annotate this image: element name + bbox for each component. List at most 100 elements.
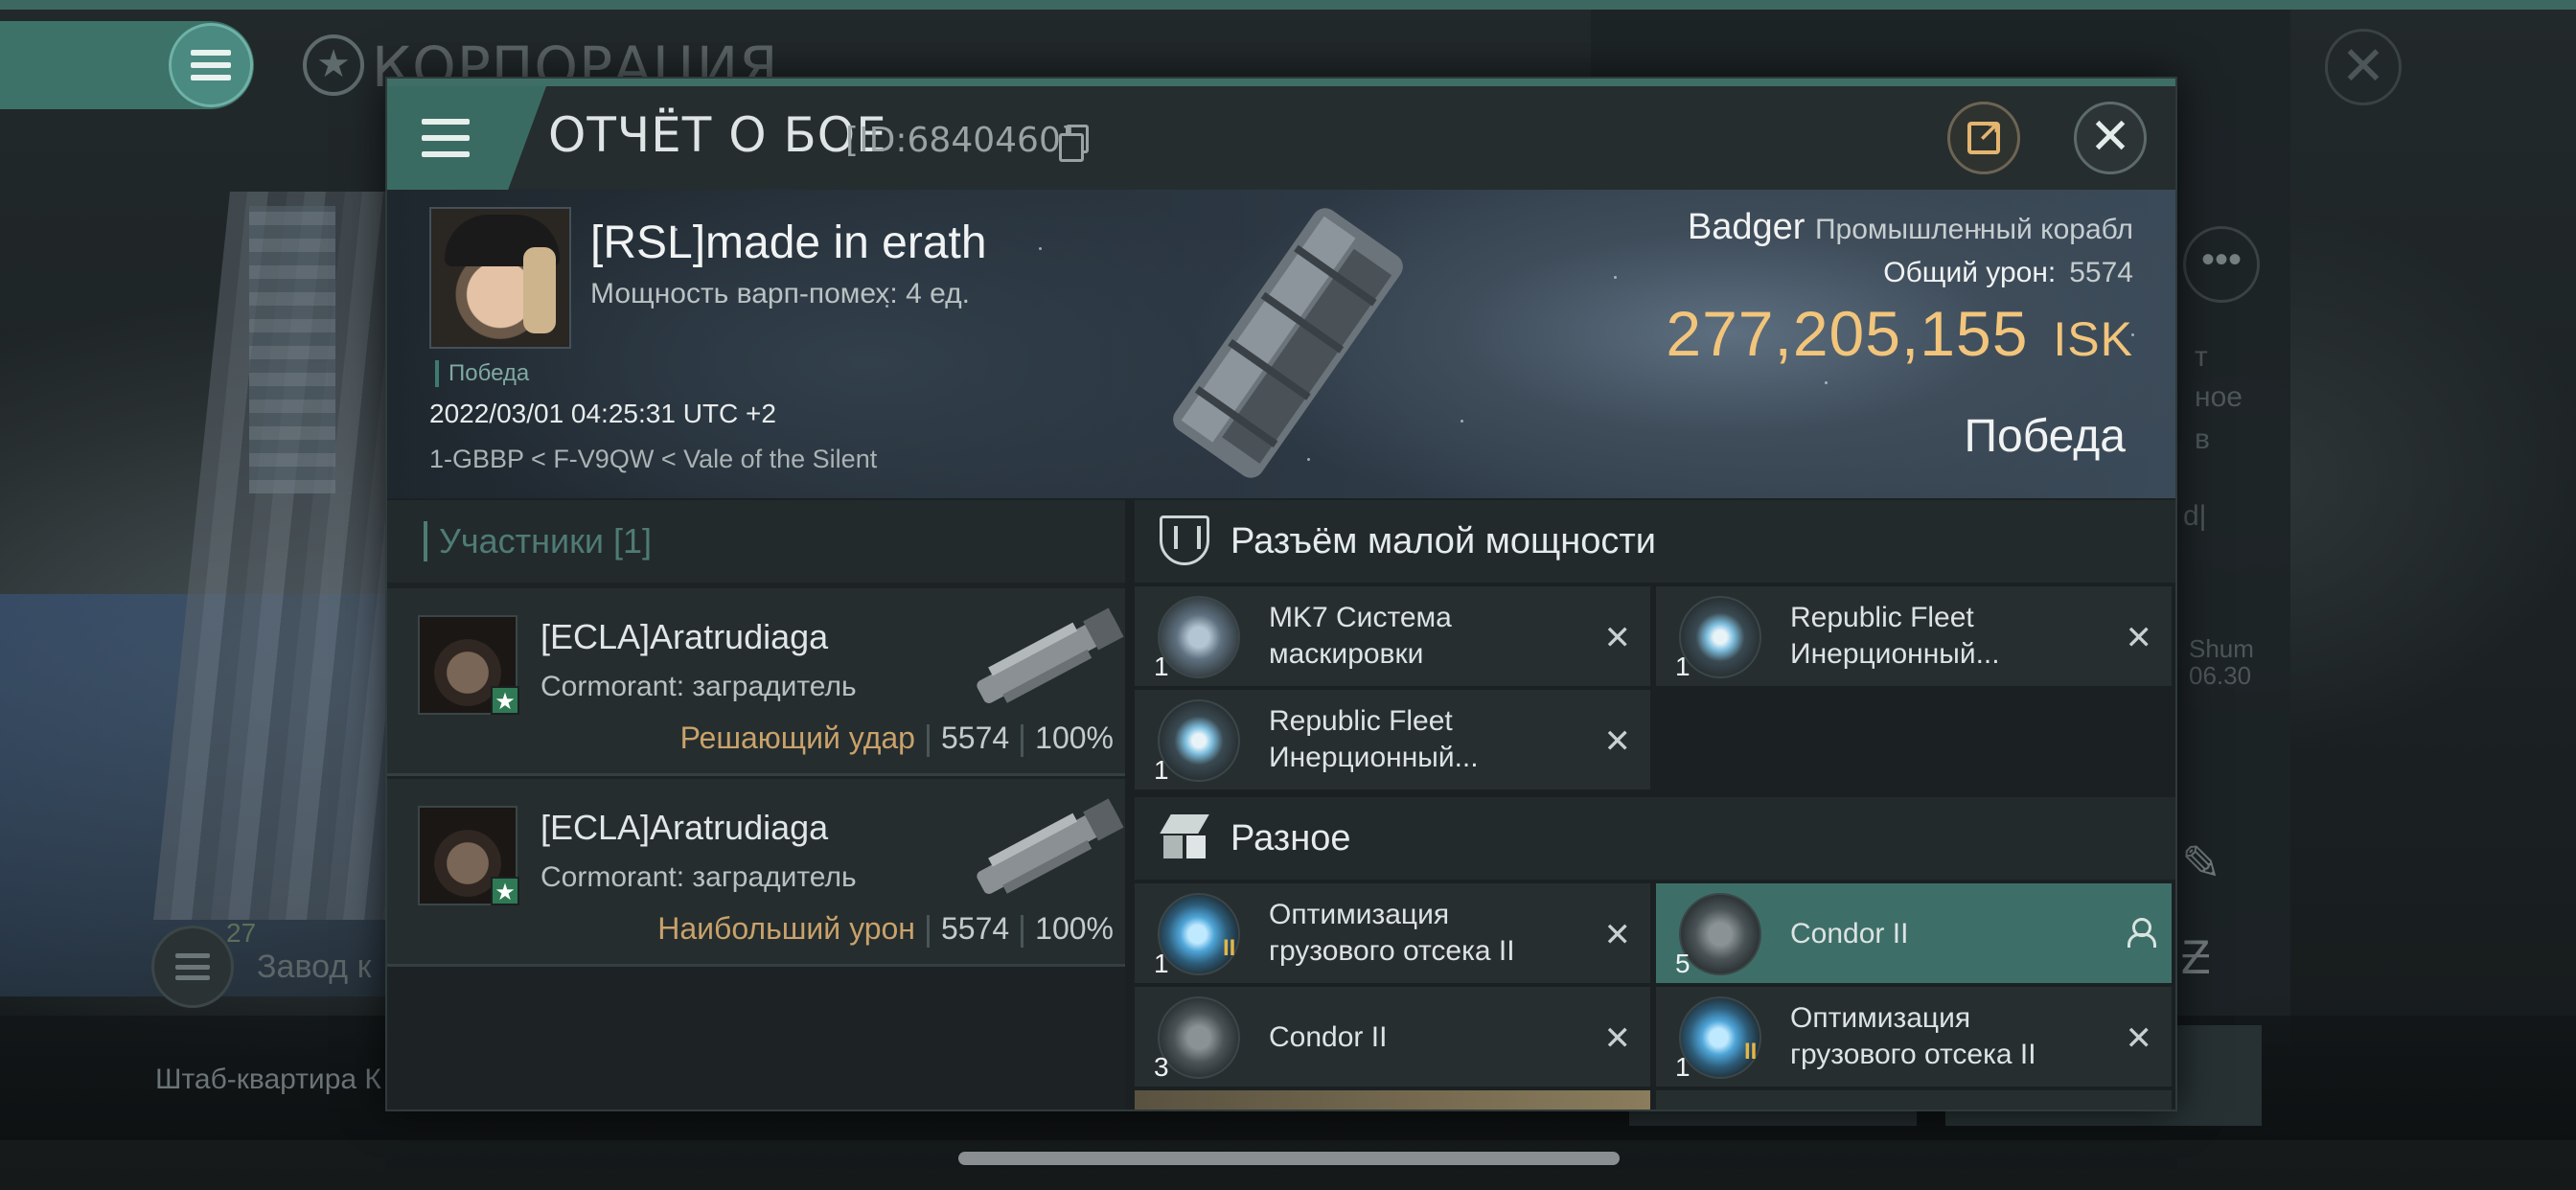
cloak-module-icon (1158, 596, 1240, 678)
destroyed-x-icon: ✕ (1603, 1020, 1632, 1057)
share-button[interactable] (1947, 102, 2020, 174)
background-text: Shum (2189, 634, 2254, 663)
item-quantity: 1 (1154, 652, 1169, 681)
participant-percent: 100% (1035, 721, 1114, 755)
item-name-line2: маскировки (1269, 638, 1424, 670)
background-text: т (2195, 341, 2208, 373)
cargo-optimization-icon (1158, 893, 1240, 975)
item-name: Republic Fleet (1790, 602, 1974, 633)
report-id: [ID:6840460] (845, 121, 1074, 160)
participant-stats: Решающий удар 5574 100% (680, 721, 1114, 757)
factory-menu-button[interactable] (151, 926, 234, 1008)
edit-icon[interactable]: ✎ (2181, 835, 2221, 891)
hamburger-icon (175, 953, 210, 980)
participant-row[interactable]: ★ [ECLA]Aratrudiaga Cormorant: заградите… (387, 779, 1125, 967)
participant-name: [ECLA]Aratrudiaga (540, 617, 829, 656)
participant-role: Решающий удар (679, 721, 915, 755)
tier-badge: II (1744, 1039, 1758, 1064)
item-quantity: 1 (1154, 755, 1169, 785)
item-name: Condor II (1790, 918, 1909, 950)
participant-row[interactable]: ★ [ECLA]Aratrudiaga Cormorant: заградите… (387, 588, 1125, 776)
total-damage-value: 5574 (2069, 257, 2133, 288)
participants-panel: Участники [1] ★ [ECLA]Aratrudiaga Cormor… (387, 500, 1125, 1110)
inertia-module-icon (1679, 596, 1761, 678)
more-options-icon[interactable]: ••• (2183, 226, 2260, 303)
total-damage: Общий урон: 5574 (1883, 257, 2133, 289)
participant-percent: 100% (1035, 911, 1114, 946)
item-row[interactable]: 1 Republic Fleet Инерционный... ✕ (1656, 586, 2172, 688)
victim-name[interactable]: [RSL]made in erath (590, 217, 987, 269)
victim-summary: [RSL]made in erath Мощность варп-помех: … (387, 190, 2175, 498)
item-quantity: 3 (1154, 1052, 1169, 1082)
item-name: MK7 Система (1269, 602, 1452, 633)
item-name-line2: грузового отсека II (1269, 935, 1515, 967)
star-icon: ★ (491, 877, 519, 905)
destroyed-x-icon: ✕ (1603, 723, 1632, 760)
destroyed-x-icon: ✕ (2125, 1020, 2153, 1057)
item-name-line2: Инерционный... (1790, 638, 2000, 670)
item-row[interactable]: 1 Republic Fleet Инерционный... ✕ (1135, 690, 1650, 791)
dialog-title: ОТЧЁТ О БОЕ (548, 107, 887, 163)
participant-name: [ECLA]Aratrudiaga (540, 808, 829, 847)
dialog-accent-line (387, 79, 2175, 86)
item-row[interactable]: II 1 Оптимизация грузового отсека II ✕ (1135, 883, 1650, 985)
item-row[interactable]: 3 Condor II ✕ (1135, 987, 1650, 1088)
item-row-dropped[interactable]: 5 Condor II (1656, 883, 2172, 985)
item-name: Republic Fleet (1269, 705, 1453, 737)
participant-role: Наибольший урон (657, 911, 915, 946)
combat-report-dialog: ОТЧЁТ О БОЕ [ID:6840460] ✕ [RSL]made in … (385, 77, 2177, 1111)
item-name: Оптимизация (1790, 1002, 1971, 1034)
participant-ship: Cormorant: заградитель (540, 671, 857, 702)
destroyed-x-icon: ✕ (1603, 917, 1632, 953)
hq-label: Штаб-квартира К (155, 1064, 381, 1095)
item-name-line2: Инерционный... (1269, 742, 1479, 773)
destroyed-x-icon: ✕ (2125, 620, 2153, 656)
ship-type: Промышленный корабл (1814, 214, 2133, 245)
corporation-icon: ★ (303, 34, 364, 96)
station-tower (249, 206, 335, 493)
home-indicator[interactable] (958, 1152, 1620, 1165)
cormorant-ship-image (977, 798, 1124, 894)
isk-value: 277,205,155 ISK (1666, 297, 2133, 370)
item-row-partial[interactable] (1135, 1090, 1650, 1110)
inertia-module-icon (1158, 699, 1240, 782)
badger-ship-image (1173, 208, 1403, 478)
participant-damage: 5574 (940, 721, 1010, 755)
item-row[interactable]: 1 MK7 Система маскировки ✕ (1135, 586, 1650, 688)
item-quantity: 1 (1675, 652, 1690, 681)
main-menu-button[interactable] (169, 23, 253, 107)
settings-z-icon[interactable]: Ƶ (2181, 929, 2211, 985)
victory-badge: Победа (435, 360, 529, 387)
low-slot-icon (1160, 515, 1209, 565)
participant-ship: Cormorant: заградитель (540, 861, 857, 893)
condor-ship-icon (1679, 893, 1761, 975)
item-row-partial[interactable] (1656, 1090, 2172, 1110)
section-title: Разъём малой мощности (1230, 521, 1656, 561)
hamburger-icon (191, 50, 231, 80)
section-header-low-slot: Разъём малой мощности (1135, 500, 2175, 583)
close-button[interactable]: ✕ (2074, 102, 2147, 174)
item-quantity: 5 (1675, 949, 1690, 978)
kill-location[interactable]: 1-GBBP < F-V9QW < Vale of the Silent (429, 445, 877, 474)
condor-ship-icon (1158, 996, 1240, 1079)
participants-header: Участники [1] (387, 500, 1125, 583)
participants-title: Участники [1] (424, 521, 652, 561)
item-quantity: 1 (1675, 1052, 1690, 1082)
copy-icon[interactable] (1059, 125, 1089, 162)
victim-avatar[interactable] (429, 207, 571, 349)
section-header-misc: Разное (1135, 797, 2175, 880)
isk-amount: 277,205,155 (1666, 298, 2029, 369)
ship-name[interactable]: Badger (1688, 207, 1806, 247)
total-damage-label: Общий урон: (1883, 257, 2057, 288)
top-accent-line (0, 0, 2576, 10)
isk-unit: ISK (2053, 312, 2133, 366)
tier-badge: II (1223, 935, 1236, 961)
item-name: Оптимизация (1269, 899, 1450, 930)
outcome-label: Победа (1964, 411, 2127, 462)
background-close-icon[interactable]: ✕ (2325, 29, 2402, 105)
background-text: 06.30 (2189, 661, 2252, 690)
victim-ship: Badger Промышленный корабл (1688, 207, 2133, 248)
item-row[interactable]: II 1 Оптимизация грузового отсека II ✕ (1656, 987, 2172, 1088)
warp-disruption: Мощность варп-помех: 4 ед. (590, 278, 970, 309)
section-title: Разное (1230, 818, 1351, 858)
